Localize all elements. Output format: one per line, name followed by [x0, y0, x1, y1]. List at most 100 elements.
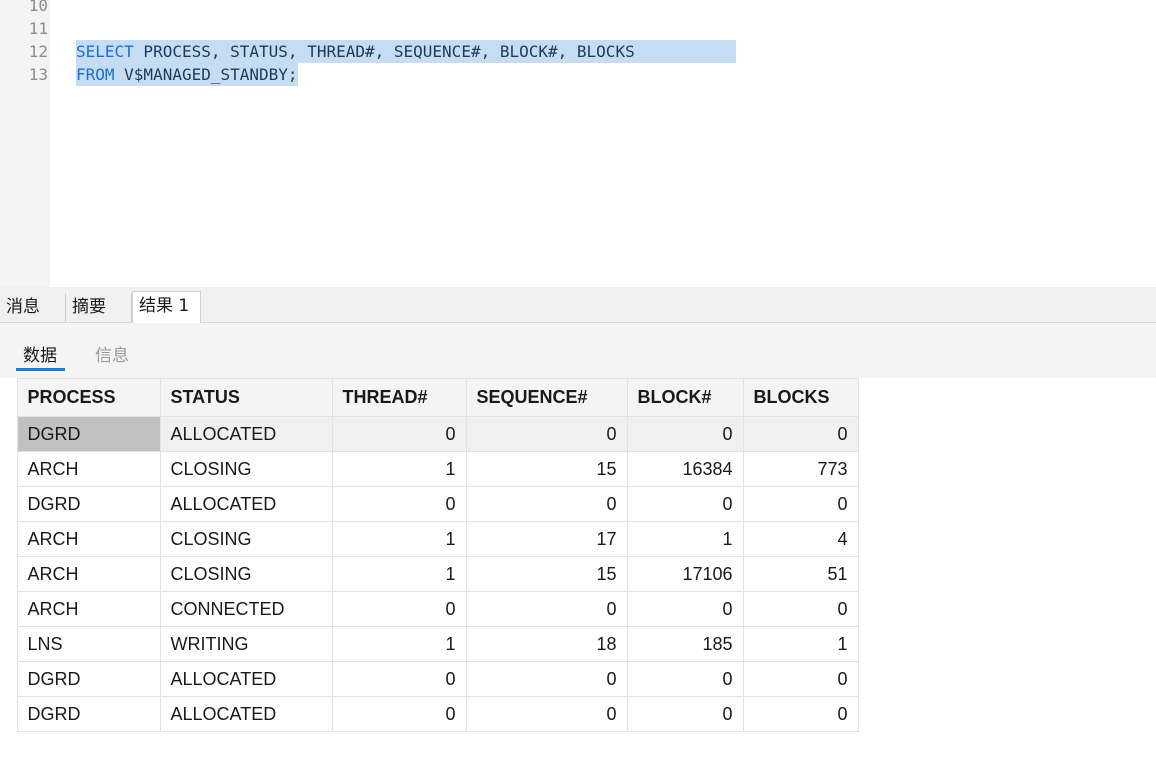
- row-selector[interactable]: [0, 521, 18, 557]
- cell-process[interactable]: ARCH: [16, 591, 161, 627]
- table-row[interactable]: LNS WRITING 1 18 185 1: [0, 626, 859, 662]
- cell-block[interactable]: 16384: [626, 451, 744, 487]
- row-selector[interactable]: [0, 556, 18, 592]
- cell-sequence[interactable]: 17: [465, 521, 628, 557]
- cell-blocks[interactable]: 1: [742, 626, 859, 662]
- table-row[interactable]: ARCH CLOSING 1 15 17106 51: [0, 556, 859, 592]
- row-selector[interactable]: [0, 451, 18, 487]
- cell-blocks[interactable]: 4: [742, 521, 859, 557]
- cell-sequence[interactable]: 0: [465, 416, 628, 452]
- cell-process[interactable]: DGRD: [16, 486, 161, 522]
- cell-sequence[interactable]: 0: [465, 661, 628, 697]
- cell-sequence[interactable]: 18: [465, 626, 628, 662]
- cell-block[interactable]: 17106: [626, 556, 744, 592]
- tab-info[interactable]: 信息: [95, 341, 129, 366]
- cell-thread[interactable]: 1: [331, 451, 467, 487]
- tab-messages[interactable]: 消息: [0, 293, 66, 322]
- table-row[interactable]: DGRD ALLOCATED 0 0 0 0: [0, 416, 859, 452]
- grid-body: DGRD ALLOCATED 0 0 0 0 ARCH CLOSING 1 15 16384 773 D…: [0, 416, 859, 732]
- sql-editor[interactable]: 10 11 12 SELECT PROCESS, STATUS, THREAD#…: [0, 0, 1156, 287]
- sql-code[interactable]: SELECT PROCESS, STATUS, THREAD#, SEQUENC…: [76, 40, 736, 63]
- cell-sequence[interactable]: 15: [465, 451, 628, 487]
- cell-sequence[interactable]: 15: [465, 556, 628, 592]
- cell-status[interactable]: ALLOCATED: [159, 416, 333, 452]
- cell-process[interactable]: ARCH: [16, 451, 161, 487]
- cell-block[interactable]: 1: [626, 521, 744, 557]
- sql-code[interactable]: FROM V$MANAGED_STANDBY;: [76, 63, 298, 86]
- row-selector[interactable]: [0, 626, 18, 662]
- table-row[interactable]: ARCH CLOSING 1 15 16384 773: [0, 451, 859, 487]
- cell-blocks[interactable]: 0: [742, 486, 859, 522]
- cell-block[interactable]: 185: [626, 626, 744, 662]
- cell-blocks[interactable]: 0: [742, 591, 859, 627]
- table-row[interactable]: ARCH CLOSING 1 17 1 4: [0, 521, 859, 557]
- line-number: 10: [28, 0, 48, 15]
- result-tab-bar: 消息 摘要 结果 1: [0, 287, 1156, 323]
- grid-header-row: PROCESS STATUS THREAD# SEQUENCE# BLOCK# …: [0, 378, 859, 417]
- line-number: 12: [28, 42, 48, 61]
- cell-status[interactable]: CLOSING: [159, 556, 333, 592]
- cell-process[interactable]: LNS: [16, 626, 161, 662]
- cell-thread[interactable]: 0: [331, 486, 467, 522]
- column-header-thread[interactable]: THREAD#: [331, 378, 467, 417]
- cell-thread[interactable]: 1: [331, 626, 467, 662]
- cell-sequence[interactable]: 0: [465, 591, 628, 627]
- cell-status[interactable]: ALLOCATED: [159, 696, 333, 732]
- tab-summary[interactable]: 摘要: [66, 293, 132, 322]
- row-selector[interactable]: [0, 696, 18, 732]
- cell-process[interactable]: DGRD: [16, 416, 161, 452]
- cell-blocks[interactable]: 773: [742, 451, 859, 487]
- column-header-status[interactable]: STATUS: [159, 378, 333, 417]
- cell-sequence[interactable]: 0: [465, 486, 628, 522]
- cell-sequence[interactable]: 0: [465, 696, 628, 732]
- sql-text: PROCESS, STATUS, THREAD#, SEQUENCE#, BLO…: [133, 42, 645, 61]
- tab-data[interactable]: 数据: [23, 341, 57, 366]
- line-number: 11: [28, 19, 48, 38]
- cell-thread[interactable]: 0: [331, 416, 467, 452]
- results-grid[interactable]: PROCESS STATUS THREAD# SEQUENCE# BLOCK# …: [0, 378, 859, 732]
- table-row[interactable]: DGRD ALLOCATED 0 0 0 0: [0, 486, 859, 522]
- sql-keyword: FROM: [76, 65, 115, 84]
- row-selector[interactable]: [0, 486, 18, 522]
- column-header-blocks[interactable]: BLOCKS: [742, 378, 859, 417]
- column-header-block[interactable]: BLOCK#: [626, 378, 744, 417]
- cell-status[interactable]: ALLOCATED: [159, 486, 333, 522]
- active-tab-indicator: [16, 368, 65, 371]
- tab-result-1[interactable]: 结果 1: [132, 291, 201, 323]
- cell-thread[interactable]: 0: [331, 591, 467, 627]
- cell-block[interactable]: 0: [626, 486, 744, 522]
- row-selector[interactable]: [0, 416, 18, 452]
- cell-blocks[interactable]: 0: [742, 416, 859, 452]
- cell-status[interactable]: CONNECTED: [159, 591, 333, 627]
- cell-process[interactable]: DGRD: [16, 696, 161, 732]
- row-selector[interactable]: [0, 661, 18, 697]
- table-row[interactable]: DGRD ALLOCATED 0 0 0 0: [0, 661, 859, 697]
- cell-block[interactable]: 0: [626, 591, 744, 627]
- cell-thread[interactable]: 1: [331, 521, 467, 557]
- view-tab-bar: 数据 信息: [0, 323, 1156, 378]
- cell-block[interactable]: 0: [626, 696, 744, 732]
- cell-status[interactable]: ALLOCATED: [159, 661, 333, 697]
- line-number: 13: [28, 65, 48, 84]
- cell-block[interactable]: 0: [626, 661, 744, 697]
- cell-process[interactable]: DGRD: [16, 661, 161, 697]
- cell-thread[interactable]: 0: [331, 696, 467, 732]
- cell-process[interactable]: ARCH: [16, 521, 161, 557]
- cell-block[interactable]: 0: [626, 416, 744, 452]
- cell-blocks[interactable]: 0: [742, 661, 859, 697]
- cell-status[interactable]: CLOSING: [159, 451, 333, 487]
- cell-blocks[interactable]: 51: [742, 556, 859, 592]
- cell-status[interactable]: WRITING: [159, 626, 333, 662]
- table-row[interactable]: DGRD ALLOCATED 0 0 0 0: [0, 696, 859, 732]
- cell-thread[interactable]: 0: [331, 661, 467, 697]
- cell-process[interactable]: ARCH: [16, 556, 161, 592]
- cell-status[interactable]: CLOSING: [159, 521, 333, 557]
- cell-thread[interactable]: 1: [331, 556, 467, 592]
- column-header-sequence[interactable]: SEQUENCE#: [465, 378, 628, 417]
- row-selector-header: [0, 378, 18, 417]
- column-header-process[interactable]: PROCESS: [16, 378, 161, 417]
- cell-blocks[interactable]: 0: [742, 696, 859, 732]
- sql-text: V$MANAGED_STANDBY;: [114, 65, 298, 84]
- row-selector[interactable]: [0, 591, 18, 627]
- table-row[interactable]: ARCH CONNECTED 0 0 0 0: [0, 591, 859, 627]
